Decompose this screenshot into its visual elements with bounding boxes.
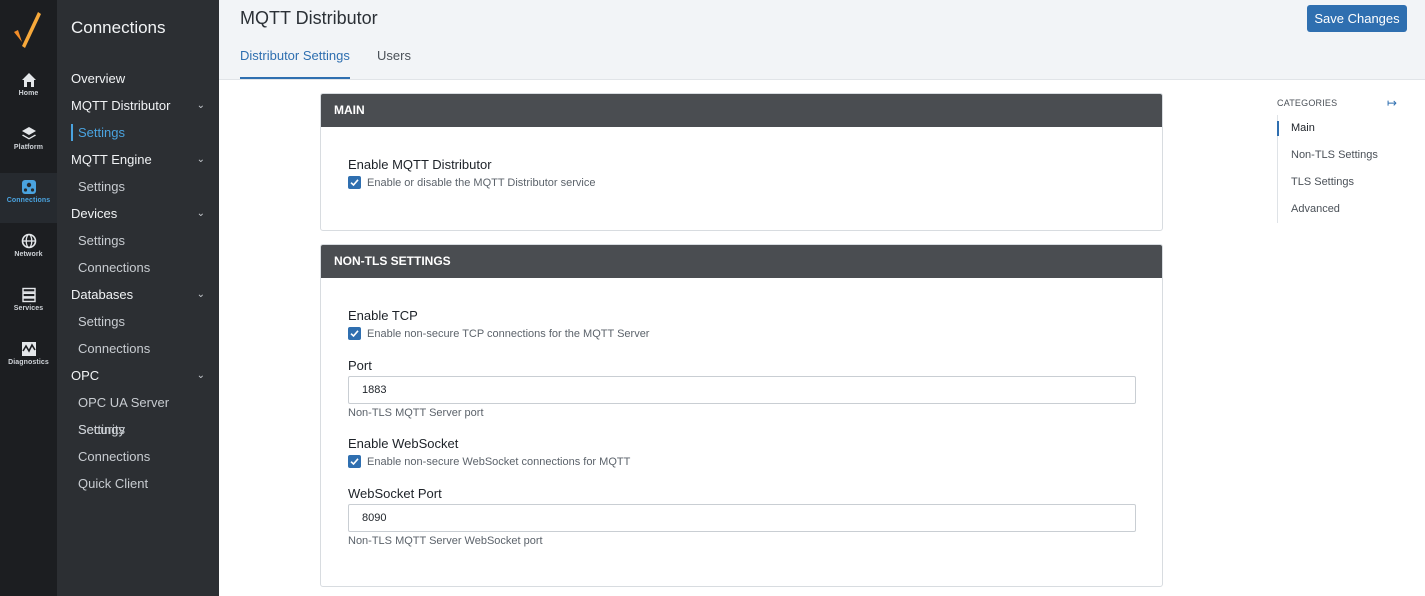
page-header: MQTT Distributor Save Changes Distributo… (219, 0, 1425, 80)
rail-home[interactable]: Home (0, 66, 57, 116)
logo-icon[interactable] (10, 10, 46, 50)
sidebar-title: Connections (71, 18, 166, 37)
enable-tcp-label: Enable TCP (348, 308, 418, 323)
pulse-icon (21, 342, 36, 356)
page-title: MQTT Distributor (240, 8, 378, 28)
sidebar: Connections Overview MQTT Distributor ⌄ S… (57, 0, 219, 596)
sidebar-group-mqtt-distributor[interactable]: MQTT Distributor ⌄ (57, 92, 219, 119)
rail-network[interactable]: Network (0, 227, 57, 277)
enable-websocket-label: Enable WebSocket (348, 436, 459, 451)
chevron-down-icon: ⌄ (196, 370, 205, 381)
rail-diagnostics[interactable]: Diagnostics (0, 335, 57, 385)
websocket-port-input[interactable] (348, 504, 1136, 532)
sidebar-item-label: Settings (78, 314, 125, 329)
rail-label: Connections (6, 197, 51, 204)
port-input[interactable] (348, 376, 1136, 404)
server-icon (21, 287, 36, 303)
rail-services[interactable]: Services (0, 281, 57, 331)
enable-tcp-checkbox[interactable] (348, 327, 361, 340)
port-label: Port (348, 358, 372, 373)
rail-label: Services (13, 305, 44, 312)
sidebar-item-label: OPC (71, 368, 100, 383)
sidebar-group-mqtt-engine[interactable]: MQTT Engine ⌄ (57, 146, 219, 173)
chevron-down-icon: ⌄ (196, 208, 205, 219)
connections-icon (21, 180, 36, 194)
sidebar-item-label: Connections (78, 260, 151, 275)
sidebar-item-devices-connections[interactable]: Connections (57, 254, 219, 281)
section-header: NON-TLS SETTINGS (321, 245, 1162, 278)
sidebar-item-label: Settings (78, 233, 125, 248)
tab-users[interactable]: Users (377, 48, 411, 79)
enable-distributor-desc: Enable or disable the MQTT Distributor s… (367, 176, 596, 189)
enable-distributor-label: Enable MQTT Distributor (348, 157, 492, 172)
sidebar-item-label: Settings (78, 179, 125, 194)
sidebar-item-label: Devices (71, 206, 118, 221)
websocket-port-label: WebSocket Port (348, 486, 442, 501)
categories-title: CATEGORIES (1277, 98, 1338, 108)
enable-distributor-checkbox[interactable] (348, 176, 361, 189)
icon-rail: Home Platform Connections Network Servic… (0, 0, 57, 596)
sidebar-item-label: Quick Client (78, 476, 149, 491)
checkmark-icon (350, 330, 359, 338)
port-hint: Non-TLS MQTT Server port (348, 407, 484, 419)
sidebar-item-databases-settings[interactable]: Settings (57, 308, 219, 335)
sidebar-item-opc-connections[interactable]: Connections (57, 443, 219, 470)
enable-websocket-checkbox[interactable] (348, 455, 361, 468)
category-main[interactable]: Main (1277, 115, 1387, 142)
sidebar-item-mqtt-distributor-settings[interactable]: Settings (57, 119, 219, 146)
chevron-down-icon: ⌄ (196, 100, 205, 111)
enable-tcp-row: Enable non-secure TCP connections for th… (348, 327, 649, 340)
checkmark-icon (350, 179, 359, 187)
sidebar-group-databases[interactable]: Databases ⌄ (57, 281, 219, 308)
tab-distributor-settings[interactable]: Distributor Settings (240, 48, 350, 79)
sidebar-group-devices[interactable]: Devices ⌄ (57, 200, 219, 227)
sidebar-item-label: MQTT Distributor (71, 98, 171, 113)
chevron-down-icon: ⌄ (196, 289, 205, 300)
layers-icon (21, 127, 36, 140)
category-advanced[interactable]: Advanced (1278, 196, 1387, 223)
globe-icon (21, 233, 36, 249)
enable-tcp-desc: Enable non-secure TCP connections for th… (367, 327, 650, 340)
sidebar-item-devices-settings[interactable]: Settings (57, 227, 219, 254)
chevron-down-icon: ⌄ (196, 154, 205, 165)
category-non-tls-settings[interactable]: Non-TLS Settings (1278, 142, 1387, 169)
category-tls-settings[interactable]: TLS Settings (1278, 169, 1387, 196)
sidebar-item-label: Connections (78, 341, 151, 356)
home-icon (21, 73, 36, 87)
enable-distributor-row: Enable or disable the MQTT Distributor s… (348, 176, 595, 189)
main-content: MAIN Enable MQTT Distributor Enable or d… (219, 80, 1425, 596)
sidebar-item-label: Settings (78, 125, 125, 140)
sidebar-item-label: Databases (71, 287, 134, 302)
sidebar-item-mqtt-engine-settings[interactable]: Settings (57, 173, 219, 200)
nontls-section-card: NON-TLS SETTINGS Enable TCP Enable non-s… (320, 244, 1163, 587)
sidebar-item-opc-security[interactable]: Security (57, 416, 219, 443)
rail-connections[interactable]: Connections (0, 173, 57, 223)
enable-websocket-desc: Enable non-secure WebSocket connections … (367, 455, 631, 468)
rail-label: Network (14, 251, 43, 258)
rail-label: Diagnostics (8, 359, 49, 366)
sidebar-item-quick-client[interactable]: Quick Client (57, 470, 219, 497)
enable-websocket-row: Enable non-secure WebSocket connections … (348, 455, 630, 468)
save-changes-button[interactable]: Save Changes (1307, 5, 1407, 32)
categories-list: Main Non-TLS Settings TLS Settings Advan… (1277, 115, 1387, 223)
sidebar-item-databases-connections[interactable]: Connections (57, 335, 219, 362)
sidebar-item-overview[interactable]: Overview (57, 65, 219, 92)
rail-label: Home (18, 90, 39, 97)
sidebar-item-label: Connections (78, 449, 151, 464)
collapse-arrow-icon[interactable]: ↦ (1387, 96, 1397, 110)
sidebar-group-opc[interactable]: OPC ⌄ (57, 362, 219, 389)
sidebar-item-label: Overview (71, 71, 126, 86)
sidebar-item-label: MQTT Engine (71, 152, 152, 167)
rail-platform[interactable]: Platform (0, 120, 57, 170)
rail-label: Platform (13, 144, 44, 151)
main-section-card: MAIN Enable MQTT Distributor Enable or d… (320, 93, 1163, 231)
websocket-port-hint: Non-TLS MQTT Server WebSocket port (348, 535, 543, 547)
sidebar-item-opc-ua-server-settings[interactable]: OPC UA Server Settings (57, 389, 219, 437)
section-header: MAIN (321, 94, 1162, 127)
checkmark-icon (350, 458, 359, 466)
sidebar-item-label: Security (78, 422, 125, 437)
